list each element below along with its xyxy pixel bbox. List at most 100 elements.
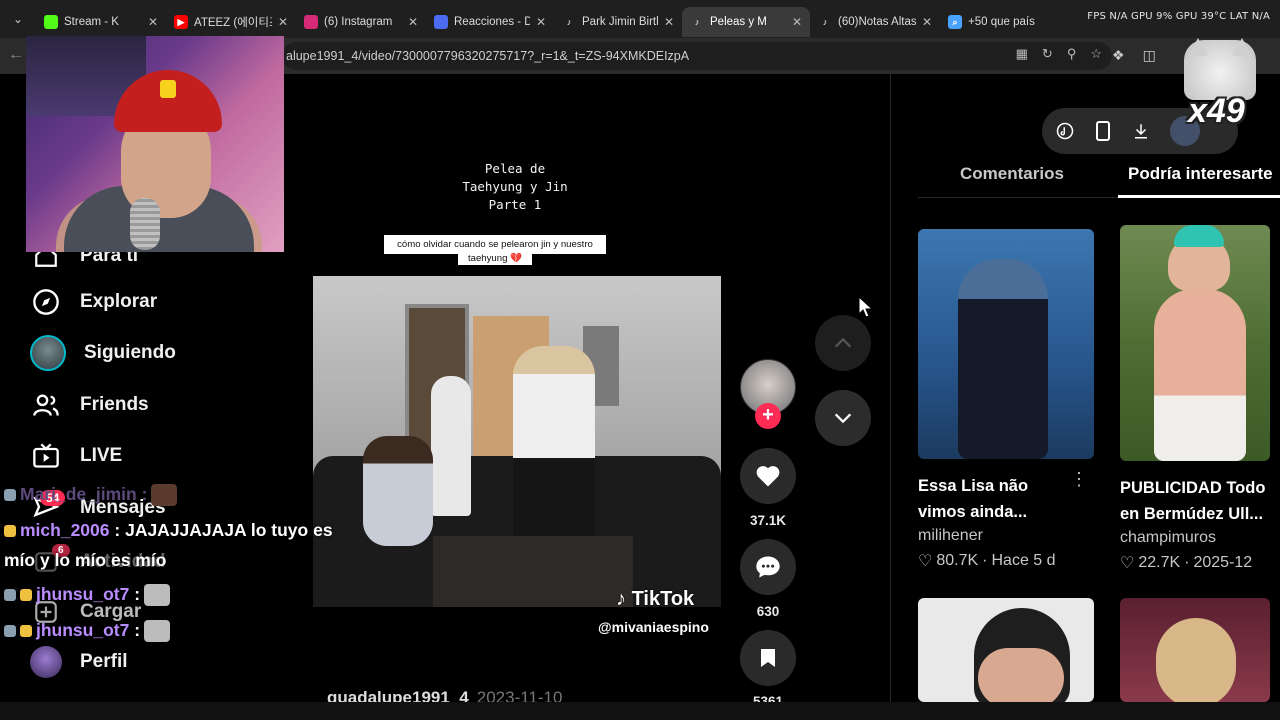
video-thumbnail[interactable]: [918, 598, 1094, 702]
tab-title: Reacciones - Do: [454, 16, 530, 28]
follow-plus-button[interactable]: +: [755, 403, 781, 429]
extensions-puzzle-icon[interactable]: ❖: [1112, 47, 1125, 64]
browser-tab[interactable]: Stream - K ✕: [36, 7, 166, 37]
tab-title: Peleas y M: [710, 16, 767, 28]
browser-tab[interactable]: ♪ Peleas y M ✕: [682, 7, 810, 37]
cat-emote-icon: [144, 584, 171, 607]
url-text: alupe1991_4/video/7300007796320275717?_r…: [286, 49, 690, 63]
translate-icon[interactable]: ↻: [1042, 46, 1053, 62]
suggested-video-card[interactable]: [918, 598, 1094, 702]
nav-label: LIVE: [80, 445, 123, 466]
tiktok-icon: ♪: [694, 17, 700, 27]
chat-message: jhunsu_ot7 :: [4, 584, 171, 607]
close-tab-icon[interactable]: ✕: [922, 15, 932, 29]
thumbnail-figure-face: [978, 648, 1064, 702]
close-tab-icon[interactable]: ✕: [536, 15, 546, 29]
friends-icon: [30, 389, 62, 421]
chat-badge-icon: [4, 589, 16, 602]
card-author[interactable]: champimuros: [1120, 529, 1280, 547]
favorite-star-icon[interactable]: ☆: [1090, 46, 1102, 62]
nav-label: Siguiendo: [84, 342, 176, 363]
url-input[interactable]: alupe1991_4/video/7300007796320275717?_r…: [282, 42, 1112, 70]
download-icon[interactable]: [1132, 122, 1150, 140]
video-scene-person: [513, 346, 595, 546]
nav-item-friends[interactable]: Friends: [30, 389, 149, 421]
split-screen-icon[interactable]: ◫: [1143, 47, 1156, 64]
live-tv-icon: [30, 440, 62, 472]
browser-tab[interactable]: (6) Instagram ✕: [296, 7, 426, 37]
tab-podria-interesarte[interactable]: Podría interesarte: [1128, 164, 1273, 184]
zoom-icon[interactable]: ⚲: [1067, 46, 1077, 62]
heart-outline-icon: ♡: [1120, 555, 1135, 572]
nav-item-siguiendo[interactable]: Siguiendo: [30, 335, 176, 371]
card-author[interactable]: milihener: [918, 527, 1094, 545]
following-avatar-icon: [30, 335, 66, 371]
profile-icon: [30, 646, 62, 678]
browser-tab[interactable]: ▶ ATEEZ (에이티즈 ✕: [166, 7, 296, 37]
browser-tab[interactable]: ♪ Park Jimin Birth ✕: [554, 7, 682, 37]
video-caption-line-2: taehyung 💔: [458, 252, 532, 265]
thumbnail-figure: [958, 259, 1048, 459]
video-thumbnail[interactable]: [1120, 598, 1270, 702]
video-thumbnail[interactable]: [918, 229, 1094, 459]
performance-overlay: FPS N/A GPU 9% GPU 39°C LAT N/A: [1087, 11, 1270, 22]
browser-tab[interactable]: Reacciones - Do ✕: [426, 7, 554, 37]
browser-tab[interactable]: ⌕ +50 que país: [940, 7, 1080, 37]
nav-item-perfil[interactable]: Perfil: [30, 646, 128, 678]
comment-button[interactable]: [740, 539, 796, 595]
back-arrow-icon[interactable]: ←: [8, 46, 24, 64]
bookmark-icon: [761, 649, 775, 667]
search-icon: ⌕: [948, 15, 962, 29]
nav-item-live[interactable]: LIVE: [30, 440, 122, 472]
close-tab-icon[interactable]: ✕: [408, 15, 418, 29]
phone-icon[interactable]: [1094, 121, 1112, 141]
chat-message: mich_2006 : JAJAJJAJAJA lo tuyo es: [4, 520, 333, 541]
chat-badge-icon: [4, 525, 16, 538]
streamer-webcam: [26, 36, 284, 252]
tiktok-watermark-handle: @mivaniaespino: [598, 619, 709, 635]
chevron-down-icon: [834, 413, 852, 424]
crown-badge-icon: [20, 625, 32, 638]
close-tab-icon[interactable]: ✕: [664, 15, 674, 29]
cap-logo-icon: [160, 80, 176, 98]
browser-tab[interactable]: ♪ (60)Notas Altas ✕: [810, 7, 940, 37]
more-options-icon[interactable]: ⋮: [1070, 469, 1088, 490]
comment-count: 630: [756, 604, 780, 619]
crown-badge-icon: [20, 589, 32, 602]
save-button[interactable]: [740, 630, 796, 686]
cat-ear-icon: [1232, 38, 1252, 56]
nav-item-explorar[interactable]: Explorar: [30, 286, 157, 318]
taskbar-strip: [0, 702, 1280, 720]
apps-icon[interactable]: ▦: [1016, 46, 1028, 62]
tab-title: ATEEZ (에이티즈: [194, 17, 272, 29]
suggested-video-card[interactable]: [1120, 598, 1270, 702]
close-tab-icon[interactable]: ✕: [792, 15, 802, 29]
chevron-up-icon: [834, 337, 852, 348]
nav-label: Perfil: [80, 651, 128, 672]
close-tab-icon[interactable]: ✕: [148, 15, 158, 29]
previous-video-button[interactable]: [815, 315, 871, 371]
video-thumbnail[interactable]: [1120, 225, 1270, 461]
like-button[interactable]: [740, 448, 796, 504]
kick-icon: [44, 15, 58, 29]
active-tab-indicator: [1118, 195, 1280, 198]
card-title: PUBLICIDAD Todo: [1120, 479, 1266, 497]
chat-badge-icon: [4, 625, 16, 638]
video-title-overlay: Pelea de Taehyung y Jin Parte 1: [462, 161, 568, 212]
chat-badge-icon: [4, 489, 16, 502]
tab-comentarios[interactable]: Comentarios: [960, 164, 1064, 184]
suggested-video-card[interactable]: PUBLICIDAD Todo en Bermúdez Ull... champ…: [1120, 225, 1280, 573]
tiktok-icon[interactable]: [1056, 122, 1074, 140]
tiktok-watermark-logo: ♪ TikTok: [616, 588, 695, 610]
video-player[interactable]: [313, 276, 721, 607]
video-scene-table: [433, 536, 633, 607]
suggested-video-card[interactable]: Essa Lisa não vimos ainda... milihener ♡…: [918, 229, 1094, 571]
tiktok-icon: ♪: [822, 17, 828, 27]
tab-list-chevron-icon[interactable]: ⌄: [0, 0, 36, 38]
emote-counter: x49: [1188, 92, 1245, 130]
panel-divider: [890, 74, 891, 720]
next-video-button[interactable]: [815, 390, 871, 446]
close-tab-icon[interactable]: ✕: [278, 15, 288, 29]
instagram-icon: [304, 15, 318, 29]
cat-ear-icon: [1188, 38, 1208, 56]
